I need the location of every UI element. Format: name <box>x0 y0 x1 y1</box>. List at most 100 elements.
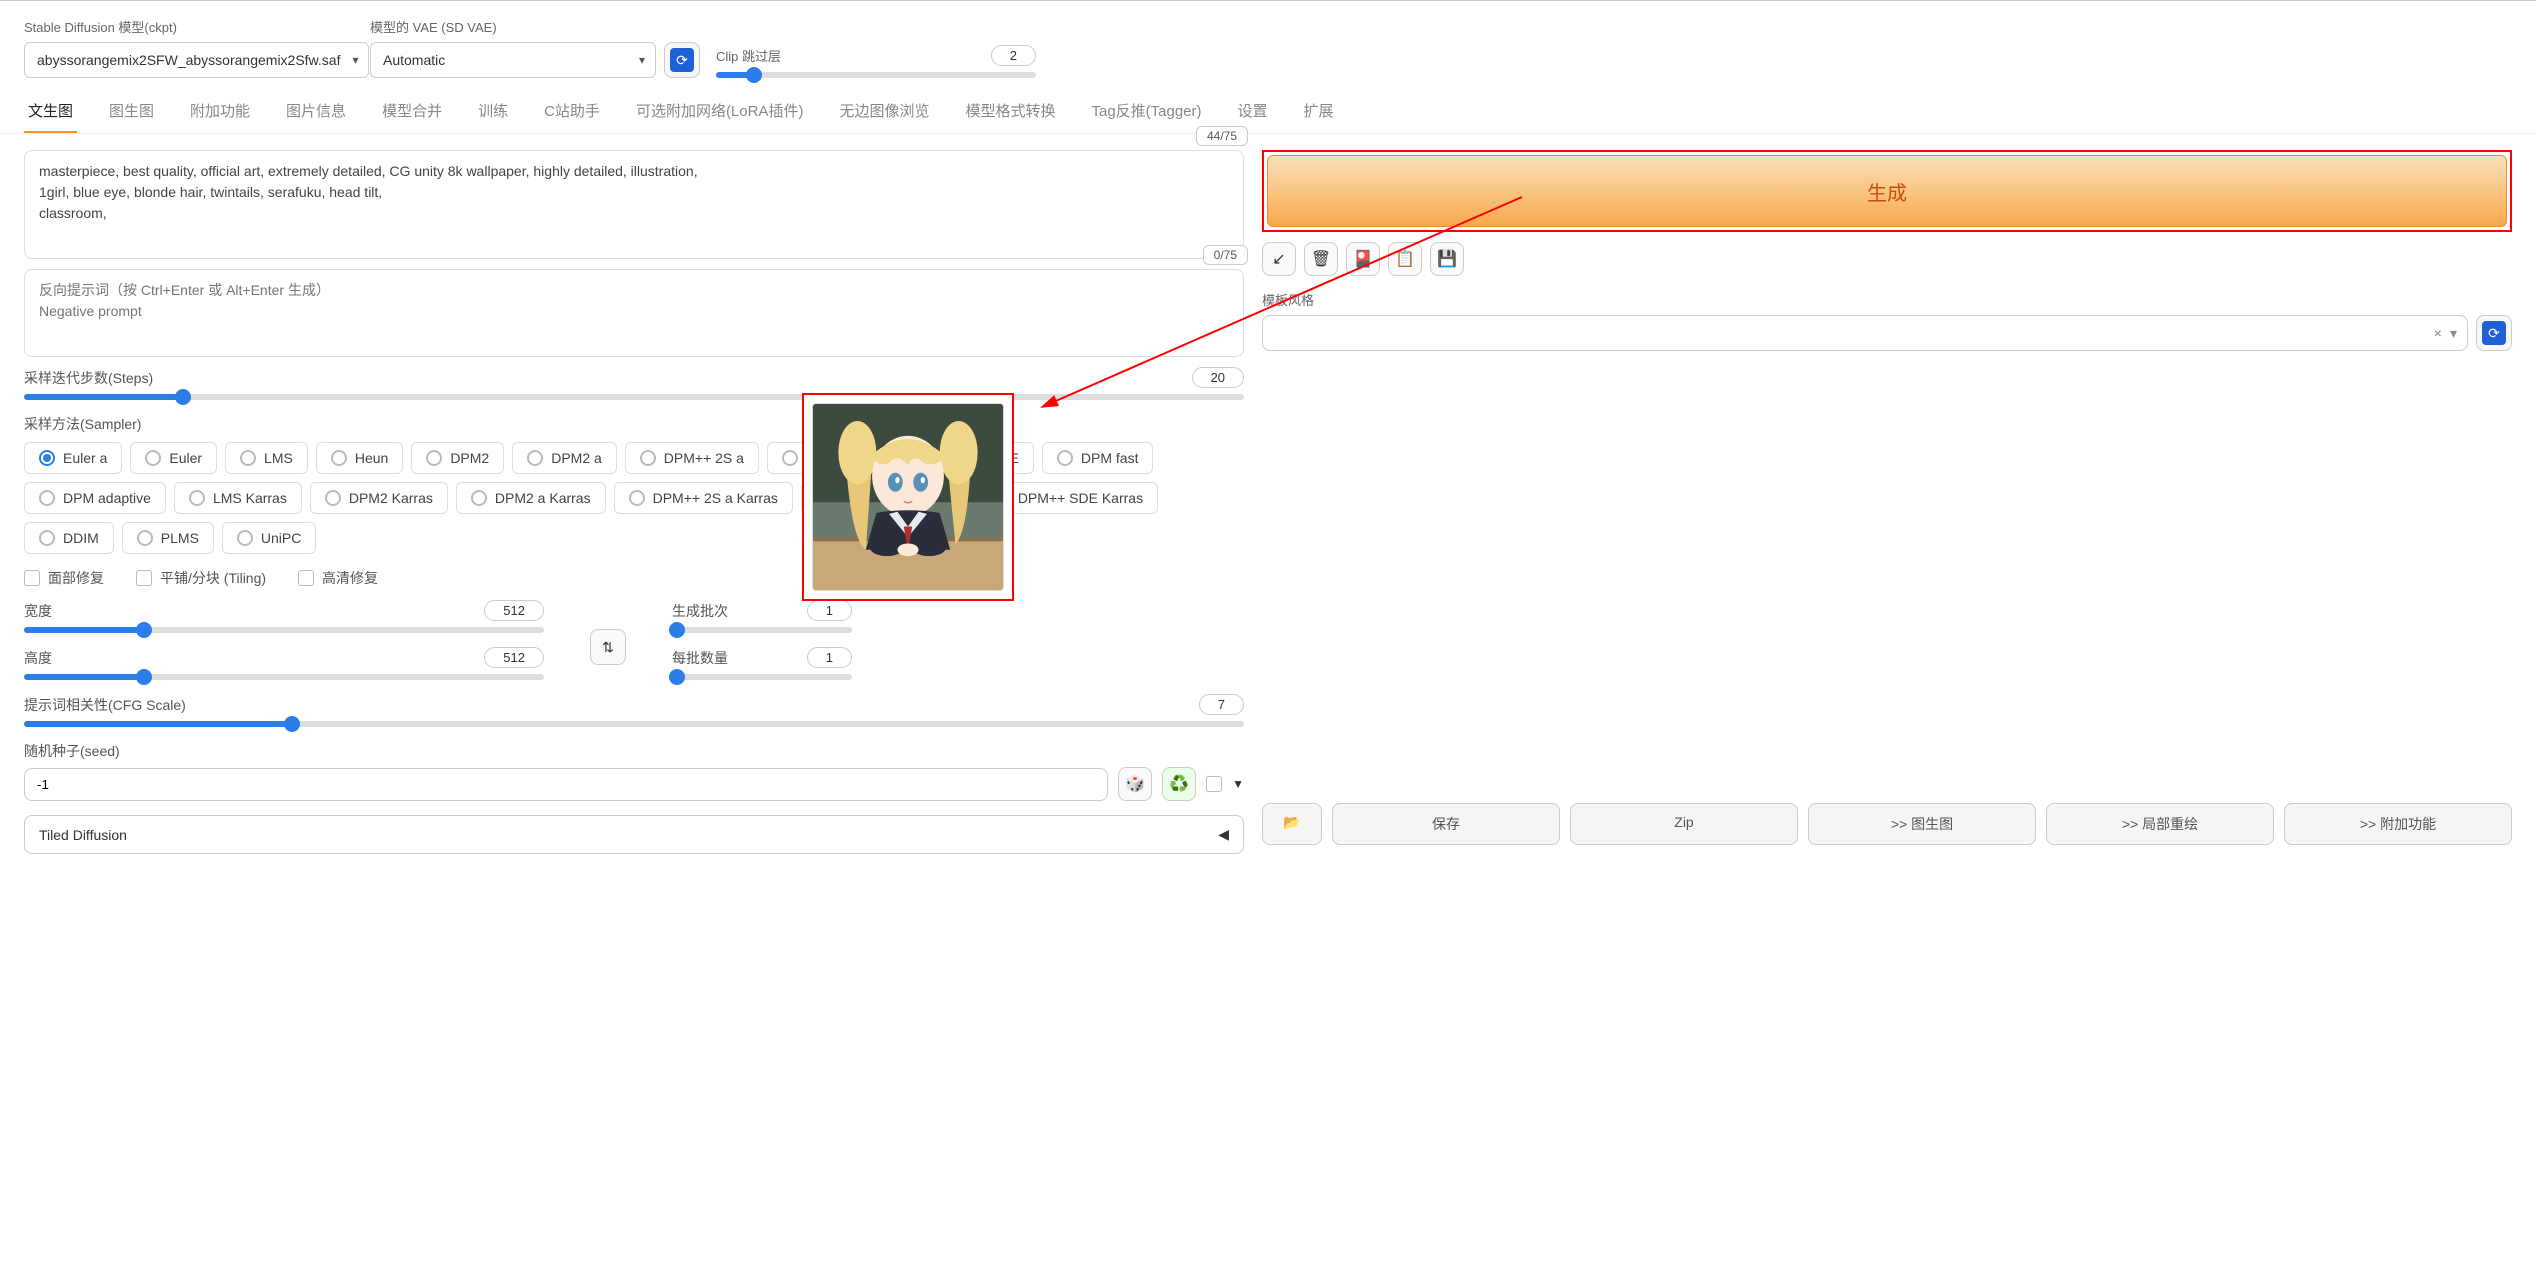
batch-size-slider[interactable] <box>672 674 852 680</box>
clear-icon[interactable]: × <box>2434 325 2442 341</box>
width-value[interactable]: 512 <box>484 600 544 621</box>
radio-icon <box>471 490 487 506</box>
radio-icon <box>240 450 256 466</box>
sampler-option[interactable]: Euler a <box>24 442 122 474</box>
radio-icon <box>189 490 205 506</box>
batch-count-value[interactable]: 1 <box>807 600 852 621</box>
sampler-option[interactable]: DPM++ 2S a <box>625 442 759 474</box>
chevron-down-icon: ▾ <box>2450 325 2457 342</box>
steps-value[interactable]: 20 <box>1192 367 1244 388</box>
tab-3[interactable]: 图片信息 <box>282 90 350 133</box>
sampler-option[interactable]: LMS <box>225 442 308 474</box>
save-style-button[interactable]: 💾 <box>1430 242 1464 276</box>
ckpt-select[interactable]: abyssorangemix2SFW_abyssorangemix2Sfw.sa… <box>24 42 369 78</box>
radio-icon <box>325 490 341 506</box>
sampler-option[interactable]: UniPC <box>222 522 316 554</box>
clip-slider[interactable] <box>716 72 1036 78</box>
vae-refresh-button[interactable]: ⟳ <box>664 42 700 78</box>
paste-button[interactable]: 📋 <box>1388 242 1422 276</box>
refresh-icon: ⟳ <box>2482 321 2506 345</box>
radio-icon <box>426 450 442 466</box>
seed-extra-checkbox[interactable] <box>1206 776 1222 792</box>
sampler-option[interactable]: DPM adaptive <box>24 482 166 514</box>
hires-checkbox[interactable]: 高清修复 <box>298 568 378 588</box>
styles-button[interactable]: 🎴 <box>1346 242 1380 276</box>
sampler-option[interactable]: DPM2 a <box>512 442 617 474</box>
sampler-option[interactable]: PLMS <box>122 522 214 554</box>
height-value[interactable]: 512 <box>484 647 544 668</box>
height-label: 高度 <box>24 648 52 668</box>
neg-prompt-textarea[interactable] <box>39 280 1229 343</box>
zip-button[interactable]: Zip <box>1570 803 1798 845</box>
sampler-option[interactable]: DPM2 a Karras <box>456 482 606 514</box>
tab-8[interactable]: 无边图像浏览 <box>835 90 933 133</box>
save-button[interactable]: 保存 <box>1332 803 1560 845</box>
generate-button[interactable]: 生成 <box>1267 155 2507 227</box>
style-label: 模板风格 <box>1262 290 2512 309</box>
generate-highlight: 生成 <box>1262 150 2512 232</box>
radio-icon <box>39 490 55 506</box>
send-inpaint-button[interactable]: >> 局部重绘 <box>2046 803 2274 845</box>
tiled-diffusion-accordion[interactable]: Tiled Diffusion ◀ <box>24 815 1244 854</box>
seed-random-button[interactable]: 🎲 <box>1118 767 1152 801</box>
style-refresh-button[interactable]: ⟳ <box>2476 315 2512 351</box>
arrow-icon: ↙ <box>1272 249 1285 269</box>
open-folder-button[interactable]: 📂 <box>1262 803 1322 845</box>
caret-left-icon: ◀ <box>1218 826 1229 843</box>
batch-count-slider[interactable] <box>672 627 852 633</box>
vae-select[interactable]: Automatic ▾ <box>370 42 656 78</box>
steps-label: 采样迭代步数(Steps) <box>24 368 153 388</box>
seed-input[interactable] <box>24 768 1108 801</box>
card-icon: 🎴 <box>1353 249 1373 269</box>
send-extras-button[interactable]: >> 附加功能 <box>2284 803 2512 845</box>
sampler-option[interactable]: DPM2 Karras <box>310 482 448 514</box>
chevron-down-icon: ▾ <box>639 53 645 67</box>
tab-7[interactable]: 可选附加网络(LoRA插件) <box>632 90 808 133</box>
refresh-icon: ⟳ <box>670 48 694 72</box>
arrow-button[interactable]: ↙ <box>1262 242 1296 276</box>
width-slider[interactable] <box>24 627 544 633</box>
seed-label: 随机种子(seed) <box>24 741 1244 761</box>
tab-12[interactable]: 扩展 <box>1300 90 1338 133</box>
trash-icon: 🗑 <box>1311 249 1331 269</box>
tab-2[interactable]: 附加功能 <box>186 90 254 133</box>
cfg-slider[interactable] <box>24 721 1244 727</box>
tab-10[interactable]: Tag反推(Tagger) <box>1087 90 1205 133</box>
tiling-checkbox[interactable]: 平铺/分块 (Tiling) <box>136 568 266 588</box>
send-img2img-button[interactable]: >> 图生图 <box>1808 803 2036 845</box>
radio-icon <box>145 450 161 466</box>
swap-dimensions-button[interactable]: ⇅ <box>590 629 626 665</box>
chevron-down-icon[interactable]: ▼ <box>1232 777 1244 791</box>
folder-icon: 📂 <box>1283 814 1300 830</box>
style-select[interactable]: × ▾ <box>1262 315 2468 351</box>
cfg-value[interactable]: 7 <box>1199 694 1244 715</box>
sampler-option[interactable]: DPM fast <box>1042 442 1154 474</box>
chevron-down-icon: ▾ <box>352 53 358 67</box>
radio-icon <box>640 450 656 466</box>
ckpt-value: abyssorangemix2SFW_abyssorangemix2Sfw.sa… <box>37 52 340 68</box>
sampler-option[interactable]: Euler <box>130 442 217 474</box>
tab-6[interactable]: C站助手 <box>540 90 604 133</box>
tab-9[interactable]: 模型格式转换 <box>961 90 1059 133</box>
tab-4[interactable]: 模型合并 <box>378 90 446 133</box>
radio-icon <box>39 530 55 546</box>
prompt-textarea[interactable] <box>39 161 1229 245</box>
sampler-option[interactable]: DDIM <box>24 522 114 554</box>
clip-value[interactable]: 2 <box>991 45 1036 66</box>
height-slider[interactable] <box>24 674 544 680</box>
sampler-option[interactable]: DPM2 <box>411 442 504 474</box>
tab-1[interactable]: 图生图 <box>105 90 158 133</box>
radio-icon <box>1057 450 1073 466</box>
tab-5[interactable]: 训练 <box>474 90 512 133</box>
sampler-option[interactable]: Heun <box>316 442 403 474</box>
output-image[interactable] <box>812 403 1004 591</box>
clear-button[interactable]: 🗑 <box>1304 242 1338 276</box>
sampler-option[interactable]: DPM++ 2S a Karras <box>614 482 793 514</box>
steps-slider[interactable] <box>24 394 1244 400</box>
sampler-option[interactable]: LMS Karras <box>174 482 302 514</box>
seed-reuse-button[interactable]: ♻️ <box>1162 767 1196 801</box>
tab-0[interactable]: 文生图 <box>24 90 77 133</box>
face-restore-checkbox[interactable]: 面部修复 <box>24 568 104 588</box>
ckpt-label: Stable Diffusion 模型(ckpt) <box>24 17 354 36</box>
batch-size-value[interactable]: 1 <box>807 647 852 668</box>
